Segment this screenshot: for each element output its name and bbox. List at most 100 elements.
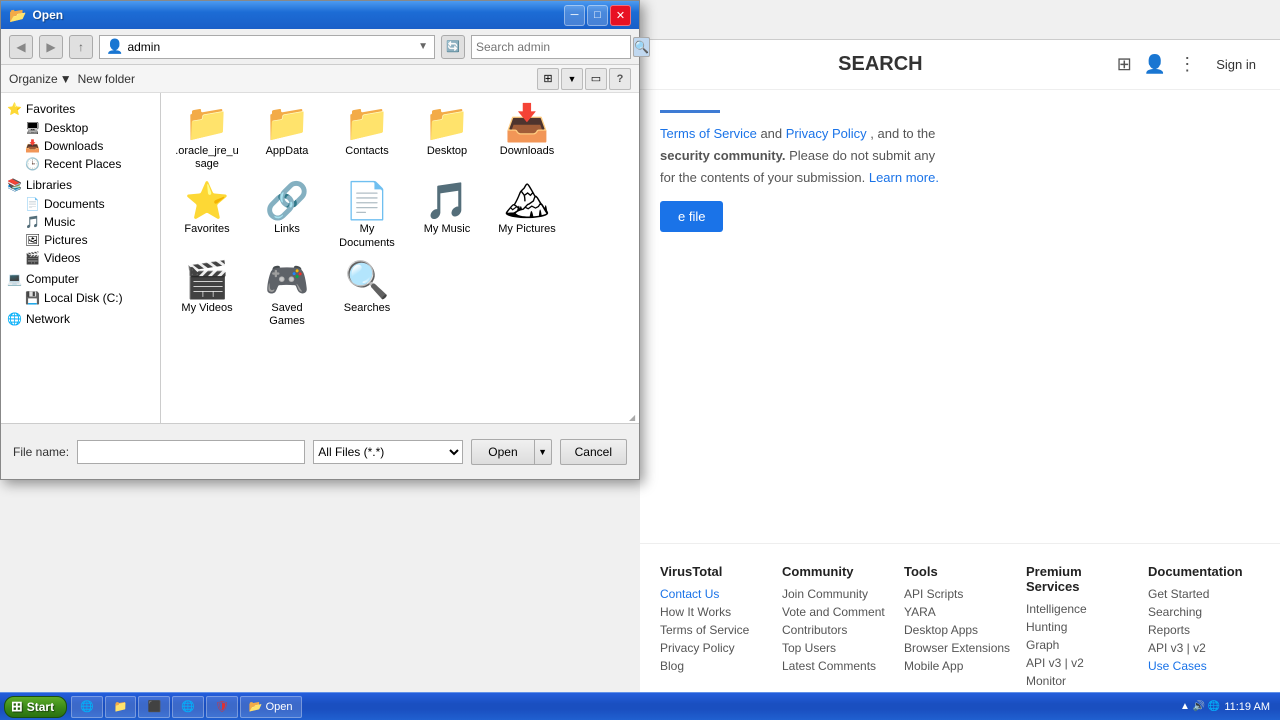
- file-item[interactable]: 📁Contacts: [329, 101, 405, 175]
- nav-local-disk[interactable]: 💾 Local Disk (C:): [19, 289, 160, 307]
- file-item[interactable]: 📁.oracle_jre_usage: [169, 101, 245, 175]
- footer-link[interactable]: API v3 | v2: [1148, 641, 1260, 655]
- folder-icon: 📄: [345, 183, 390, 219]
- footer-link[interactable]: API v3 | v2: [1026, 656, 1138, 670]
- taskbar-ie-icon[interactable]: 🌐: [71, 696, 103, 718]
- taskbar-items: 🌐 📁 ⬛ 🌐 🛡 📂 Open: [67, 696, 1174, 718]
- footer-link[interactable]: Top Users: [782, 641, 894, 655]
- footer-link[interactable]: Blog: [660, 659, 772, 673]
- footer-link[interactable]: Get Started: [1148, 587, 1260, 601]
- help-button[interactable]: ?: [609, 68, 631, 90]
- footer-link[interactable]: Browser Extensions: [904, 641, 1016, 655]
- view-pane-button[interactable]: ▭: [585, 68, 607, 90]
- taskbar-browser-icon[interactable]: 🌐: [172, 696, 204, 718]
- file-item[interactable]: 🎵My Music: [409, 179, 485, 253]
- footer-link[interactable]: Graph: [1026, 638, 1138, 652]
- taskbar-open-item[interactable]: 📂 Open: [240, 696, 302, 718]
- nav-videos[interactable]: 🎬 Videos: [19, 249, 160, 267]
- view-large-icons-button[interactable]: ⊞: [537, 68, 559, 90]
- nav-desktop[interactable]: 🖥 Desktop: [19, 119, 160, 137]
- back-button[interactable]: ◀: [9, 35, 33, 59]
- search-input[interactable]: [476, 40, 631, 54]
- new-folder-button[interactable]: New folder: [78, 72, 135, 86]
- nav-recent-places[interactable]: 🕒 Recent Places: [19, 155, 160, 173]
- computer-header[interactable]: 💻 Computer: [1, 269, 160, 289]
- footer-link[interactable]: YARA: [904, 605, 1016, 619]
- file-item[interactable]: 🔍Searches: [329, 258, 405, 332]
- close-button[interactable]: ✕: [610, 5, 631, 26]
- sign-in-button[interactable]: Sign in: [1208, 53, 1264, 76]
- network-header[interactable]: 🌐 Network: [1, 309, 160, 329]
- favorites-header[interactable]: ⭐ Favorites: [1, 99, 160, 119]
- footer-link[interactable]: Join Community: [782, 587, 894, 601]
- path-box[interactable]: 👤 admin ▼: [99, 35, 435, 59]
- filename-input[interactable]: [77, 440, 305, 464]
- forward-button[interactable]: ▶: [39, 35, 63, 59]
- nav-downloads[interactable]: 📥 Downloads: [19, 137, 160, 155]
- file-item[interactable]: 🎬My Videos: [169, 258, 245, 332]
- upload-file-button[interactable]: e file: [660, 201, 723, 232]
- path-dropdown-arrow[interactable]: ▼: [418, 41, 428, 52]
- minimize-button[interactable]: ─: [564, 5, 585, 26]
- footer-link[interactable]: Intelligence: [1026, 602, 1138, 616]
- privacy-link-text[interactable]: Privacy Policy: [786, 126, 867, 141]
- start-button[interactable]: ⊞ Start: [4, 696, 67, 718]
- filetype-select[interactable]: All Files (*.*): [313, 440, 463, 464]
- footer-link[interactable]: How It Works: [660, 605, 772, 619]
- file-label: Links: [274, 223, 300, 236]
- file-item[interactable]: 📁AppData: [249, 101, 325, 175]
- dialog-titlebar[interactable]: 📂 Open ─ □ ✕: [1, 1, 639, 29]
- folder-icon: 📁: [185, 105, 230, 141]
- search-box[interactable]: 🔍: [471, 35, 631, 59]
- libraries-header[interactable]: 📚 Libraries: [1, 175, 160, 195]
- footer-link[interactable]: Vote and Comment: [782, 605, 894, 619]
- footer-link[interactable]: Terms of Service: [660, 623, 772, 637]
- footer-col-2: ToolsAPI ScriptsYARADesktop AppsBrowser …: [904, 564, 1016, 692]
- file-item[interactable]: 📥Downloads: [489, 101, 565, 175]
- file-item[interactable]: ⭐Favorites: [169, 179, 245, 253]
- cancel-button[interactable]: Cancel: [560, 439, 627, 465]
- file-item[interactable]: 🎮Saved Games: [249, 258, 325, 332]
- footer-link[interactable]: Hunting: [1026, 620, 1138, 634]
- tos-link-text[interactable]: Terms of Service: [660, 126, 757, 141]
- refresh-button[interactable]: 🔄: [441, 35, 465, 59]
- file-item[interactable]: 🏔My Pictures: [489, 179, 565, 253]
- search-go-button[interactable]: 🔍: [633, 37, 650, 57]
- maximize-button[interactable]: □: [587, 5, 608, 26]
- user-icon[interactable]: 👤: [1144, 54, 1166, 75]
- folder-icon: 📥: [505, 105, 550, 141]
- footer-link[interactable]: Contact Us: [660, 587, 772, 601]
- organize-button[interactable]: Organize ▼: [9, 72, 72, 86]
- up-button[interactable]: ↑: [69, 35, 93, 59]
- footer-link[interactable]: Privacy Policy: [660, 641, 772, 655]
- footer-link[interactable]: Latest Comments: [782, 659, 894, 673]
- taskbar-terminal-icon[interactable]: ⬛: [138, 696, 170, 718]
- footer-link[interactable]: Reports: [1148, 623, 1260, 637]
- view-dropdown-button[interactable]: ▼: [561, 68, 583, 90]
- open-button-arrow[interactable]: ▼: [534, 439, 552, 465]
- file-item[interactable]: 📁Desktop: [409, 101, 485, 175]
- footer-link[interactable]: Monitor: [1026, 674, 1138, 688]
- taskbar-explorer-icon[interactable]: 📁: [105, 696, 137, 718]
- resize-grip[interactable]: ◢: [629, 413, 639, 423]
- nav-documents[interactable]: 📄 Documents: [19, 195, 160, 213]
- computer-label: Computer: [26, 272, 79, 286]
- grid-view-icon[interactable]: ⊞: [1117, 54, 1132, 75]
- nav-pictures[interactable]: 🖼 Pictures: [19, 231, 160, 249]
- footer-link[interactable]: Contributors: [782, 623, 894, 637]
- file-item[interactable]: 🔗Links: [249, 179, 325, 253]
- menu-icon[interactable]: ⋮: [1178, 54, 1196, 75]
- learn-more-link[interactable]: Learn more.: [869, 170, 939, 185]
- computer-section: 💻 Computer 💾 Local Disk (C:): [1, 269, 160, 307]
- file-item[interactable]: 📄My Documents: [329, 179, 405, 253]
- footer-link[interactable]: Desktop Apps: [904, 623, 1016, 637]
- footer-link[interactable]: Searching: [1148, 605, 1260, 619]
- nav-music[interactable]: 🎵 Music: [19, 213, 160, 231]
- footer-link[interactable]: Mobile App: [904, 659, 1016, 673]
- taskbar-av-icon[interactable]: 🛡: [206, 696, 238, 718]
- footer-link[interactable]: Use Cases: [1148, 659, 1260, 673]
- open-button[interactable]: Open: [471, 439, 533, 465]
- footer-link[interactable]: API Scripts: [904, 587, 1016, 601]
- folder-icon: 📁: [425, 105, 470, 141]
- file-label: Contacts: [345, 145, 388, 158]
